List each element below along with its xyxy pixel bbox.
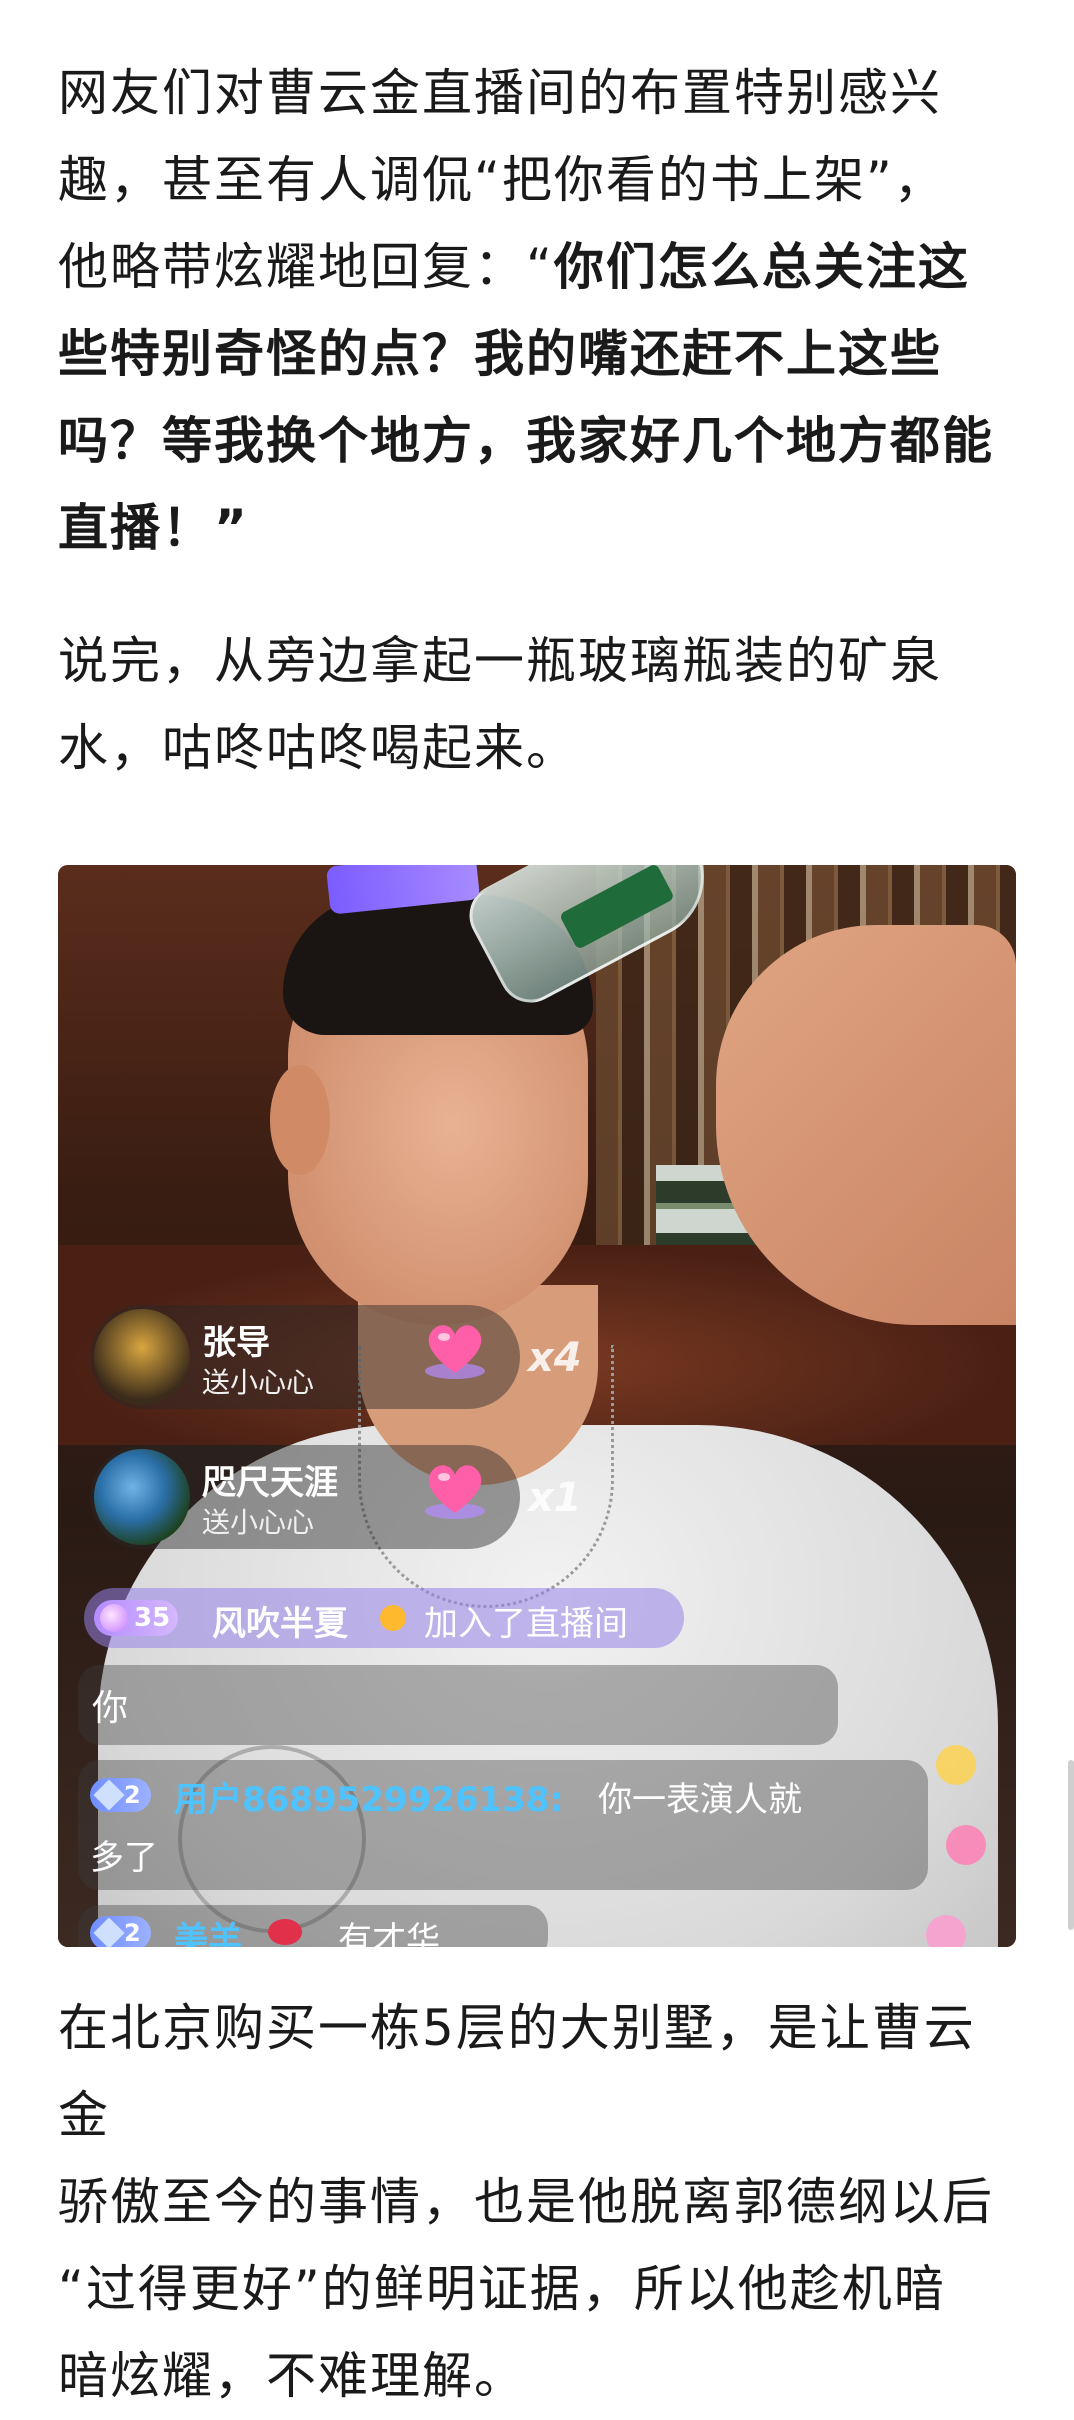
chat-comment: 2 用户8689529926138: 你一表演人就 多了 [78, 1760, 928, 1890]
bottle-label [558, 865, 675, 950]
gift-action: 送小心心 [202, 1506, 315, 1539]
gift-notification: 咫尺天涯 送小心心 [90, 1445, 520, 1549]
paragraph-3-line-4: 暗炫耀，不难理解。 [58, 2347, 526, 2405]
gem-icon [100, 1604, 128, 1632]
lips-icon [268, 1919, 302, 1945]
paragraph-1-line-1: 网友们对曹云金直播间的布置特别感兴 [58, 64, 942, 122]
chat-comment: 你 [78, 1665, 838, 1745]
fan-level-badge: 2 [90, 1916, 151, 1947]
paragraph-3-line-1: 在北京购买一栋5层的大别墅，是让曹云金 [58, 1999, 976, 2144]
chat-comment-text: 你 [92, 1688, 129, 1729]
heart-gift-icon [425, 1325, 485, 1379]
paragraph-2-line-1: 说完，从旁边拿起一瓶玻璃瓶装的矿泉 [58, 632, 942, 690]
paragraph-1-quote-bold: 你们怎么总关注这 [553, 238, 970, 296]
avatar [94, 1309, 190, 1405]
ear [270, 1065, 330, 1175]
chat-comment-text: 有才华 [338, 1920, 440, 1947]
paragraph-1-line-3-normal: 他略带炫耀地回复：“ [58, 238, 554, 296]
chat-username: 用户8689529926138: [174, 1780, 564, 1820]
paragraph-2-line-2: 水，咕咚咕咚喝起来。 [58, 719, 578, 777]
gift-action: 送小心心 [202, 1366, 315, 1399]
sun-icon [380, 1605, 406, 1631]
gift-sender-name: 张导 [202, 1323, 270, 1363]
paragraph-1-line-5: 吗？等我换个地方，我家好几个地方都能 [58, 412, 994, 470]
fan-level: 2 [124, 1919, 141, 1947]
diamond-icon [93, 1917, 125, 1947]
paragraph-1-line-3: 他略带炫耀地回复：“你们怎么总关注这 [58, 224, 1018, 311]
fan-level-badge: 2 [90, 1778, 151, 1812]
fan-level: 35 [134, 1603, 171, 1633]
fan-level-badge: 35 [94, 1600, 179, 1636]
chat-comment-text: 你一表演人就 [598, 1780, 802, 1820]
scrollbar[interactable] [1068, 1760, 1074, 1930]
fan-level: 2 [124, 1781, 141, 1809]
paragraph-2: 说完，从旁边拿起一瓶玻璃瓶装的矿泉 水，咕咚咕咚喝起来。 [58, 618, 1018, 792]
join-notification: 35 风吹半夏 加入了直播间 [84, 1588, 684, 1648]
join-user-name: 风吹半夏 [212, 1604, 348, 1644]
floating-like-icon [926, 1915, 966, 1947]
paragraph-3-line-2: 骄傲至今的事情，也是他脱离郭德纲以后 [58, 2173, 994, 2231]
paragraph-1: 网友们对曹云金直播间的布置特别感兴 趣，甚至有人调侃“把你看的书上架”， 他略带… [58, 50, 1018, 572]
floating-like-icon [936, 1745, 976, 1785]
floating-like-icon [946, 1825, 986, 1865]
chat-comment-text-continued: 多了 [90, 1838, 158, 1878]
avatar [94, 1449, 190, 1545]
gift-sender-name: 咫尺天涯 [202, 1463, 338, 1503]
chat-username: 美羊 [174, 1920, 242, 1947]
gift-count: x4 [528, 1335, 582, 1381]
gift-count: x1 [528, 1475, 582, 1521]
paragraph-3-line-3: “过得更好”的鲜明证据，所以他趁机暗 [58, 2260, 946, 2318]
heart-gift-icon [425, 1465, 485, 1519]
paragraph-3: 在北京购买一栋5层的大别墅，是让曹云金 骄傲至今的事情，也是他脱离郭德纲以后 “… [58, 1985, 1018, 2420]
gift-notification: 张导 送小心心 [90, 1305, 520, 1409]
paragraph-1-line-2: 趣，甚至有人调侃“把你看的书上架”， [58, 151, 946, 209]
chat-comment: 2 美羊 有才华 [78, 1905, 548, 1947]
livestream-screenshot[interactable]: 张导 送小心心 x4 咫尺天涯 送小心心 x1 35 风吹半夏 加入了直播间 你 [58, 865, 1016, 1947]
paragraph-1-line-6: 直播！” [58, 499, 249, 557]
diamond-icon [93, 1779, 125, 1811]
join-text: 加入了直播间 [424, 1604, 628, 1644]
paragraph-1-line-4: 些特别奇怪的点？我的嘴还赶不上这些 [58, 325, 942, 383]
